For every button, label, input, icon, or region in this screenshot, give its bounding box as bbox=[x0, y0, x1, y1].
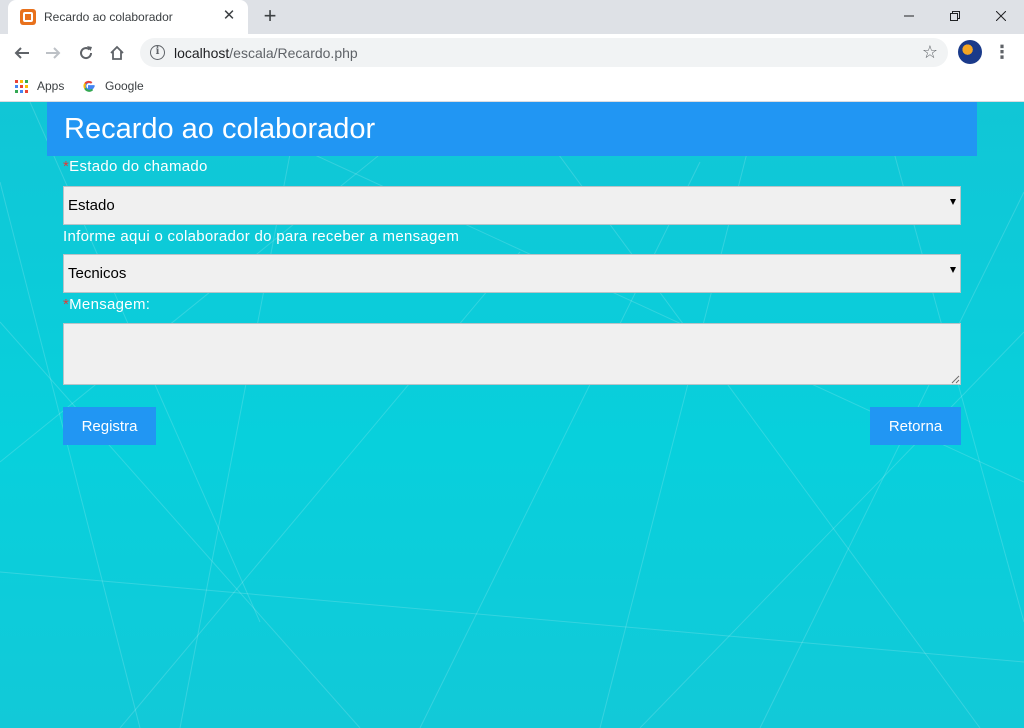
tab-title: Recardo ao colaborador bbox=[44, 10, 173, 24]
xampp-favicon-icon bbox=[20, 9, 36, 25]
minimize-icon bbox=[904, 15, 914, 17]
page-viewport: Recardo ao colaborador *Estado do chamad… bbox=[0, 102, 1024, 728]
info-icon[interactable]: i bbox=[150, 45, 165, 60]
apps-grid-icon bbox=[15, 79, 28, 93]
colaborador-select-value: Tecnicos bbox=[68, 265, 127, 282]
tab-close-icon[interactable]: ✕ bbox=[220, 7, 238, 25]
mensagem-textarea[interactable] bbox=[63, 323, 961, 385]
url-host: localhost bbox=[174, 45, 230, 61]
retorna-button[interactable]: Retorna bbox=[870, 407, 961, 445]
arrow-right-icon bbox=[46, 47, 61, 59]
home-icon bbox=[110, 45, 124, 60]
close-icon bbox=[996, 11, 1006, 21]
profile-avatar[interactable] bbox=[958, 40, 982, 64]
browser-menu-icon[interactable]: ⋮ bbox=[993, 40, 1011, 64]
bookmarks-bar: Apps Google bbox=[0, 71, 1024, 102]
estado-select[interactable]: Estado bbox=[63, 186, 961, 225]
google-icon bbox=[83, 80, 95, 92]
address-bar[interactable]: i localhost/escala/Recardo.php ☆ bbox=[140, 38, 948, 67]
browser-tab-active[interactable]: Recardo ao colaborador ✕ bbox=[8, 0, 248, 34]
tab-strip: Recardo ao colaborador ✕ + bbox=[0, 0, 1024, 34]
bookmark-apps-label: Apps bbox=[37, 79, 65, 93]
arrow-left-icon bbox=[14, 47, 29, 59]
dropdown-arrow-icon bbox=[950, 199, 956, 205]
reload-button[interactable] bbox=[73, 40, 99, 66]
home-button[interactable] bbox=[104, 40, 130, 66]
bookmark-google[interactable]: Google bbox=[82, 77, 144, 95]
url-path: /escala/Recardo.php bbox=[229, 45, 358, 61]
colaborador-label: Informe aqui o colaborador do para receb… bbox=[63, 228, 460, 245]
window-close-button[interactable] bbox=[978, 0, 1024, 32]
colaborador-select[interactable]: Tecnicos bbox=[63, 254, 961, 293]
restore-icon bbox=[950, 11, 960, 21]
estado-label: *Estado do chamado bbox=[63, 158, 208, 175]
bookmark-star-icon[interactable]: ☆ bbox=[922, 42, 938, 62]
window-restore-button[interactable] bbox=[932, 0, 978, 32]
forward-button[interactable] bbox=[40, 40, 66, 66]
browser-toolbar: i localhost/escala/Recardo.php ☆ bbox=[0, 34, 1024, 71]
new-tab-button[interactable]: + bbox=[259, 5, 281, 27]
bookmark-google-label: Google bbox=[105, 79, 144, 93]
estado-label-text: Estado do chamado bbox=[69, 158, 208, 175]
page-header: Recardo ao colaborador bbox=[47, 102, 977, 156]
page-title: Recardo ao colaborador bbox=[64, 113, 376, 145]
bookmark-apps[interactable]: Apps bbox=[15, 77, 64, 95]
estado-select-value: Estado bbox=[68, 197, 115, 214]
url-text: localhost/escala/Recardo.php bbox=[174, 45, 358, 61]
registra-button[interactable]: Registra bbox=[63, 407, 156, 445]
reload-icon bbox=[80, 46, 93, 60]
dropdown-arrow-icon bbox=[950, 267, 956, 273]
mensagem-label-text: Mensagem: bbox=[69, 296, 151, 313]
mensagem-label: *Mensagem: bbox=[63, 296, 150, 313]
window-minimize-button[interactable] bbox=[886, 0, 932, 32]
back-button[interactable] bbox=[9, 40, 35, 66]
resize-grip-icon[interactable] bbox=[951, 375, 960, 384]
